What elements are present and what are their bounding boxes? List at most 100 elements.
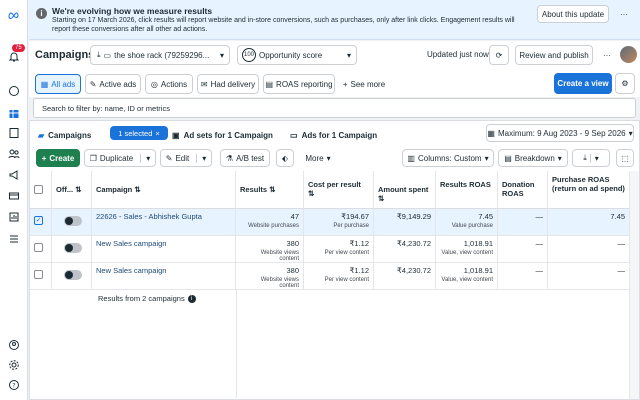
billing-icon[interactable] [7, 189, 21, 203]
adsets-level-tab[interactable]: ▣ Ad sets for 1 Campaign [172, 125, 273, 145]
megaphone-icon[interactable] [7, 168, 21, 182]
tab-active-ads[interactable]: ✎ Active ads [85, 74, 141, 94]
create-view-button[interactable]: Create a view [554, 73, 612, 94]
column-header-amount-spent[interactable]: Amount spent ⇅ [374, 171, 436, 209]
table-icon[interactable] [7, 107, 21, 121]
donation-cell: — [498, 263, 548, 290]
reports-icon[interactable] [7, 210, 21, 224]
account-icon[interactable] [7, 338, 21, 352]
view-settings-icon[interactable]: ⚙ [615, 73, 635, 94]
dashboard-icon[interactable] [7, 84, 21, 98]
plus-icon: + [41, 153, 47, 163]
measurement-update-banner: i We're evolving how we measure results … [29, 0, 640, 40]
results-cell: 380 Website views content [236, 236, 304, 263]
edit-button[interactable]: ✎ Edit ▾ [160, 149, 212, 167]
banner-body: Starting on 17 March 2026, click results… [52, 17, 515, 33]
review-publish-button[interactable]: Review and publish [515, 45, 593, 65]
row-checkbox[interactable]: ✓ [34, 216, 43, 225]
opportunity-score-button[interactable]: 100 Opportunity score ▾ [237, 45, 357, 65]
page-title: Campaigns [35, 49, 95, 61]
duplicate-button[interactable]: ❐ Duplicate ▾ [84, 149, 156, 167]
ads-level-tab[interactable]: ▭ Ads for 1 Campaign [290, 125, 377, 145]
column-header-purchase-roas[interactable]: Purchase ROAS (return on ad spend) [548, 171, 630, 209]
see-more-button[interactable]: + See more [339, 74, 389, 94]
columns-icon: ▥ [407, 153, 415, 163]
column-header-donation-roas[interactable]: Donation ROAS [498, 171, 548, 209]
account-icon-small: ▭ [103, 50, 112, 60]
settings-gear-icon[interactable] [7, 358, 21, 372]
breakdown-button[interactable]: ▤ Breakdown ▾ [498, 149, 568, 167]
more-actions-button[interactable]: More ▾ [298, 149, 338, 167]
banner-title: We're evolving how we measure results [52, 6, 213, 16]
account-name: the shoe rack (79259296... [114, 50, 210, 60]
delivery-toggle[interactable] [64, 270, 82, 280]
audience-icon[interactable] [7, 147, 21, 161]
column-header-results-roas[interactable]: Results ROAS [436, 171, 498, 209]
row-checkbox[interactable] [34, 243, 43, 252]
create-button[interactable]: + Create [36, 149, 80, 167]
sort-icon: ⇅ [134, 185, 141, 194]
amount-cell: ₹4,230.72 [374, 236, 436, 263]
avatar[interactable] [620, 46, 637, 63]
row-toggle-cell [52, 209, 92, 236]
donation-cell: — [498, 236, 548, 263]
campaigns-level-tab[interactable]: ▰ Campaigns [38, 125, 91, 145]
results-summary: Results from 2 campaigns i [98, 294, 196, 303]
column-header-off-on[interactable]: Off... ⇅ [52, 171, 92, 209]
info-icon: i [36, 8, 47, 19]
delivery-toggle[interactable] [64, 243, 82, 253]
pages-icon[interactable] [7, 126, 21, 140]
roas-cell: 7.45 Value purchase [436, 209, 498, 236]
export-button[interactable]: ⤓ ▾ [572, 149, 610, 167]
pencil-icon: ✎ [165, 153, 173, 163]
campaign-name-link[interactable]: New Sales campaign [92, 263, 236, 290]
info-icon[interactable]: i [187, 294, 196, 303]
column-header-cost-per-result[interactable]: Cost per result ⇅ [304, 171, 374, 209]
ab-test-button[interactable]: ⚗ A/B test [220, 149, 270, 167]
campaigns-panel: ▰ Campaigns 1 selected × ▣ Ad sets for 1… [29, 120, 640, 400]
row-checkbox[interactable] [34, 270, 43, 279]
chevron-down-icon: ▾ [219, 50, 224, 60]
columns-button[interactable]: ▥ Columns: Custom ▾ [402, 149, 494, 167]
bell-icon[interactable] [7, 50, 21, 64]
notification-badge: 75 [12, 44, 25, 52]
tag-icon[interactable]: ⬖ [276, 149, 294, 167]
menu-icon[interactable] [7, 232, 21, 246]
ad-account-selector[interactable]: ⤓ ▭ the shoe rack (79259296... ▾ [90, 45, 230, 65]
results-cell: 380 Website views content [236, 263, 304, 290]
date-range-picker[interactable]: ▦ Maximum: 9 Aug 2023 - 9 Sep 2026 ▾ [486, 124, 634, 142]
delivery-toggle[interactable] [64, 216, 82, 226]
sort-icon: ⇅ [269, 185, 276, 194]
cost-cell: ₹194.67 Per purchase [304, 209, 374, 236]
tab-roas-reporting[interactable]: ▤ ROAS reporting [263, 74, 335, 94]
banner-more-icon[interactable]: ··· [615, 5, 633, 23]
score-label: Opportunity score [259, 50, 323, 60]
more-options-icon[interactable]: ··· [598, 45, 616, 65]
tab-had-delivery[interactable]: ✉ Had delivery [197, 74, 259, 94]
search-filter-input[interactable]: Search to filter by: name, ID or metrics [33, 98, 636, 118]
left-nav-rail: 75 ? [0, 0, 28, 400]
about-update-button[interactable]: About this update [537, 5, 609, 23]
help-icon[interactable]: ? [7, 378, 21, 392]
tab-all-ads[interactable]: ▦ All ads [35, 74, 81, 94]
chevron-down-icon: ▾ [484, 153, 489, 163]
amount-cell: ₹9,149.29 [374, 209, 436, 236]
chart-icon: ▤ [265, 79, 274, 89]
campaign-name-link[interactable]: New Sales campaign [92, 236, 236, 263]
meta-logo-icon[interactable] [7, 8, 21, 22]
sort-icon: ⇅ [75, 185, 82, 194]
column-header-results[interactable]: Results ⇅ [236, 171, 304, 209]
charts-icon[interactable]: ⬚ [616, 149, 634, 167]
chevron-down-icon: ▾ [589, 153, 599, 163]
refresh-button[interactable]: ⟳ [489, 45, 509, 65]
selected-count-chip[interactable]: 1 selected × [110, 126, 168, 140]
select-all-checkbox[interactable] [34, 185, 43, 194]
row-checkbox-cell: ✓ [30, 209, 52, 236]
horizontal-scroll-track[interactable] [629, 171, 639, 399]
column-header-campaign[interactable]: Campaign ⇅ [92, 171, 236, 209]
tab-actions[interactable]: ◎ Actions [145, 74, 193, 94]
campaign-name-link[interactable]: 22626 - Sales - Abhishek Gupta [92, 209, 236, 236]
purchase-roas-cell: — [548, 263, 630, 290]
download-icon: ⤓ [583, 153, 587, 162]
copy-icon: ❐ [89, 153, 97, 163]
